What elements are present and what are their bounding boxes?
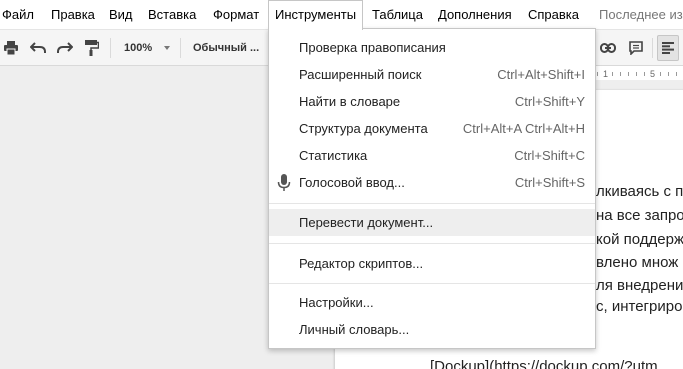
- redo-icon: [57, 42, 73, 53]
- paragraph-style-select[interactable]: Обычный ...: [193, 30, 259, 66]
- ruler-label: 1: [603, 69, 609, 79]
- menu-tools[interactable]: Инструменты: [268, 0, 364, 30]
- menu-item-label: Перевести документ...: [299, 215, 434, 230]
- print-icon: [4, 41, 18, 55]
- menu-separator: [269, 203, 595, 204]
- microphone-icon: [277, 174, 291, 191]
- document-text-line: на все запро: [596, 207, 683, 224]
- menu-item-research[interactable]: Расширенный поиск Ctrl+Alt+Shift+I: [269, 61, 595, 88]
- print-button[interactable]: [0, 30, 22, 66]
- document-text-line: [Dockup](https://dockup.com/?utm: [430, 358, 658, 369]
- menu-separator: [269, 243, 595, 244]
- menu-item-shortcut: Ctrl+Shift+S: [514, 175, 585, 190]
- document-text-line: ля внедрени: [596, 277, 683, 294]
- menu-view[interactable]: Вид: [109, 0, 133, 29]
- horizontal-ruler[interactable]: 1 5: [595, 66, 683, 80]
- menu-item-script-editor[interactable]: Редактор скриптов...: [269, 250, 595, 277]
- insert-link-button[interactable]: [596, 30, 620, 66]
- menu-table[interactable]: Таблица: [372, 0, 423, 29]
- ruler-tick: [628, 72, 629, 76]
- tools-menu-dropdown: Проверка правописания Расширенный поиск …: [268, 28, 596, 349]
- ruler-tick: [668, 72, 669, 76]
- menu-help[interactable]: Справка: [528, 0, 579, 29]
- comment-icon: [629, 41, 643, 55]
- menu-bar: Файл Правка Вид Вставка Формат Инструмен…: [0, 0, 683, 30]
- menu-item-word-count[interactable]: Статистика Ctrl+Shift+C: [269, 142, 595, 169]
- toolbar-separator: [110, 38, 111, 58]
- ruler-tick: [612, 72, 613, 76]
- paint-format-button[interactable]: [81, 30, 103, 66]
- align-left-icon: [662, 42, 674, 54]
- ruler-tick: [636, 72, 637, 76]
- menu-item-define[interactable]: Найти в словаре Ctrl+Shift+Y: [269, 88, 595, 115]
- ruler-tick: [620, 72, 621, 76]
- zoom-chevron-down-icon: [164, 46, 170, 50]
- paint-roller-icon: [85, 40, 99, 56]
- menu-item-spelling[interactable]: Проверка правописания: [269, 34, 595, 61]
- link-icon: [600, 43, 616, 53]
- ruler-tick: [644, 72, 645, 76]
- menu-item-translate-document[interactable]: Перевести документ...: [269, 209, 595, 236]
- menu-file[interactable]: Файл: [2, 0, 34, 29]
- menu-item-label: Статистика: [299, 148, 368, 163]
- menu-item-label: Голосовой ввод...: [299, 175, 405, 190]
- app-root: лкиваясь с п на все запро кой поддерж вл…: [0, 0, 683, 369]
- menu-separator: [269, 283, 595, 284]
- toolbar-separator: [180, 38, 181, 58]
- ruler-tick: [676, 72, 677, 76]
- menu-item-shortcut: Ctrl+Shift+Y: [514, 94, 585, 109]
- menu-insert[interactable]: Вставка: [148, 0, 196, 29]
- menu-item-shortcut: Ctrl+Alt+Shift+I: [497, 67, 585, 82]
- last-edit-status[interactable]: Последнее из: [599, 0, 683, 29]
- menu-item-label: Редактор скриптов...: [299, 256, 424, 271]
- insert-comment-button[interactable]: [624, 30, 648, 66]
- menu-format[interactable]: Формат: [213, 0, 259, 29]
- menu-item-label: Структура документа: [299, 121, 428, 136]
- document-text-line: кой поддерж: [596, 231, 683, 248]
- menu-item-preferences[interactable]: Настройки...: [269, 289, 595, 316]
- menu-item-label: Проверка правописания: [299, 40, 446, 55]
- menu-addons[interactable]: Дополнения: [438, 0, 512, 29]
- menu-item-document-outline[interactable]: Структура документа Ctrl+Alt+A Ctrl+Alt+…: [269, 115, 595, 142]
- menu-item-label: Настройки...: [299, 295, 374, 310]
- redo-button[interactable]: [53, 30, 77, 66]
- align-left-button[interactable]: [657, 35, 679, 61]
- ruler-label: 5: [650, 69, 656, 79]
- menu-item-voice-typing[interactable]: Голосовой ввод... Ctrl+Shift+S: [269, 169, 595, 196]
- toolbar-separator: [652, 38, 653, 58]
- undo-button[interactable]: [26, 30, 50, 66]
- menu-item-label: Личный словарь...: [299, 322, 410, 337]
- menu-item-shortcut: Ctrl+Alt+A Ctrl+Alt+H: [462, 121, 585, 136]
- menu-edit[interactable]: Правка: [51, 0, 95, 29]
- document-text-line: с, интегриро: [596, 298, 683, 315]
- document-text-line: влено множ: [596, 254, 679, 271]
- ruler-tick: [660, 72, 661, 76]
- menu-item-label: Найти в словаре: [299, 94, 401, 109]
- document-text-line: лкиваясь с п: [596, 183, 683, 200]
- menu-item-shortcut: Ctrl+Shift+C: [514, 148, 585, 163]
- undo-icon: [30, 42, 46, 53]
- zoom-select[interactable]: 100%: [124, 30, 152, 66]
- ruler-tick: [597, 72, 598, 76]
- menu-item-label: Расширенный поиск: [299, 67, 422, 82]
- menu-item-personal-dictionary[interactable]: Личный словарь...: [269, 316, 595, 343]
